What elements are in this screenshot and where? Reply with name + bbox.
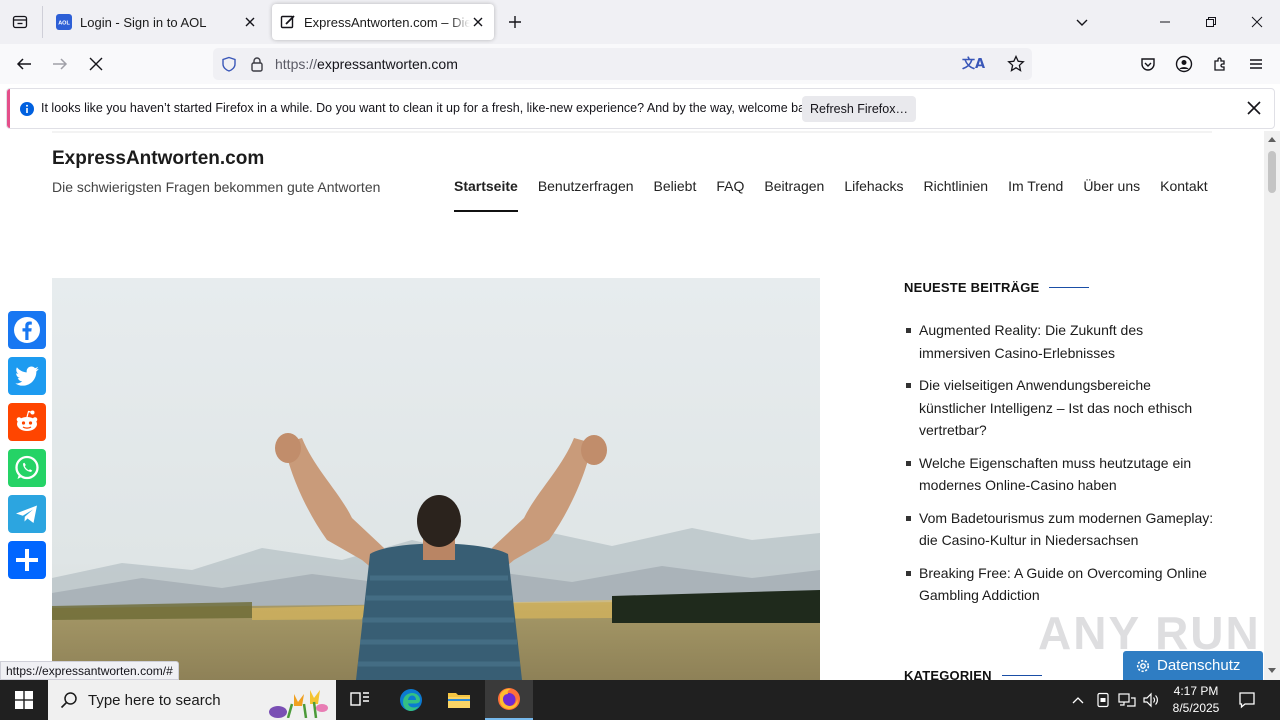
taskbar-search-box[interactable]: Type here to search: [48, 680, 336, 720]
link-status-bar: https://expressantworten.com/#: [0, 661, 179, 680]
page-scrollbar[interactable]: [1264, 131, 1280, 680]
volume-icon[interactable]: [1141, 690, 1161, 710]
nav-item-faq[interactable]: FAQ: [716, 178, 744, 212]
notification-center-icon[interactable]: [1237, 690, 1257, 710]
forward-arrow-icon[interactable]: [48, 52, 72, 76]
header-top-border: [52, 131, 1212, 133]
share-plus-icon[interactable]: [8, 541, 46, 579]
clock-time: 4:17 PM: [1173, 684, 1219, 698]
site-tagline: Die schwierigsten Fragen bekommen gute A…: [52, 179, 381, 195]
nav-item-benutzerfragen[interactable]: Benutzerfragen: [538, 178, 634, 212]
scrollbar-thumb[interactable]: [1268, 151, 1276, 193]
extensions-puzzle-icon[interactable]: [1208, 52, 1232, 76]
minimize-icon[interactable]: [1153, 10, 1177, 34]
hamburger-menu-icon[interactable]: [1244, 52, 1268, 76]
show-hidden-icons-chevron-icon[interactable]: [1068, 690, 1088, 710]
hero-image[interactable]: [52, 278, 820, 680]
notification-message: It looks like you haven’t started Firefo…: [41, 101, 822, 115]
recent-post-link[interactable]: Breaking Free: A Guide on Overcoming Onl…: [904, 562, 1214, 607]
nav-item-im-trend[interactable]: Im Trend: [1008, 178, 1063, 212]
tab-separator: [42, 6, 43, 38]
tab-expressantworten[interactable]: ExpressAntworten.com – Die schwierigsten: [272, 4, 494, 40]
main-navigation: Startseite Benutzerfragen Beliebt FAQ Be…: [454, 178, 1208, 212]
twitter-share-icon[interactable]: [8, 357, 46, 395]
nav-item-ueber-uns[interactable]: Über uns: [1083, 178, 1140, 212]
close-tab-icon[interactable]: [242, 14, 258, 30]
windows-start-icon[interactable]: [0, 680, 48, 720]
close-window-icon[interactable]: [1245, 10, 1269, 34]
nav-item-startseite[interactable]: Startseite: [454, 178, 518, 212]
site-title[interactable]: ExpressAntworten.com: [52, 148, 264, 170]
close-notification-icon[interactable]: [1247, 101, 1261, 120]
stop-loading-icon[interactable]: [84, 52, 108, 76]
nav-item-richtlinien[interactable]: Richtlinien: [923, 178, 988, 212]
info-icon: [19, 101, 35, 122]
whatsapp-share-icon[interactable]: [8, 449, 46, 487]
file-explorer-icon[interactable]: [435, 680, 483, 720]
facebook-share-icon[interactable]: [8, 311, 46, 349]
tab-bar: AOL Login - Sign in to AOL ExpressAntwor…: [0, 0, 1280, 44]
nav-item-beitragen[interactable]: Beitragen: [764, 178, 824, 212]
device-icon[interactable]: [1093, 690, 1113, 710]
task-view-icon[interactable]: [336, 680, 384, 720]
restore-icon[interactable]: [1199, 10, 1223, 34]
pocket-icon[interactable]: [1136, 52, 1160, 76]
url-text[interactable]: https://expressantworten.com: [275, 56, 458, 72]
tracking-protection-shield-icon[interactable]: [221, 56, 237, 77]
categories-heading: KATEGORIEN: [904, 668, 1042, 680]
gear-icon: [1136, 659, 1150, 672]
tab-aol-login[interactable]: AOL Login - Sign in to AOL: [48, 4, 266, 40]
reddit-share-icon[interactable]: [8, 403, 46, 441]
address-bar[interactable]: https://expressantworten.com 文A: [213, 48, 1032, 80]
refresh-firefox-button[interactable]: Refresh Firefox…: [802, 96, 916, 122]
bookmark-star-icon[interactable]: [1007, 54, 1025, 78]
recent-post-link[interactable]: Die vielseitigen Anwendungsbereiche küns…: [904, 374, 1214, 442]
notification-accent: [7, 89, 10, 128]
privacy-label: Datenschutz: [1157, 657, 1241, 674]
recent-post-link[interactable]: Augmented Reality: Die Zukunft des immer…: [904, 319, 1214, 364]
search-icon: [60, 691, 78, 709]
telegram-share-icon[interactable]: [8, 495, 46, 533]
back-arrow-icon[interactable]: [12, 52, 36, 76]
system-clock[interactable]: 4:17 PM 8/5/2025: [1168, 683, 1224, 717]
web-page: ExpressAntworten.com Die schwierigsten F…: [0, 131, 1264, 680]
recent-posts-list: Augmented Reality: Die Zukunft des immer…: [904, 319, 1214, 617]
scroll-up-arrow-icon[interactable]: [1268, 136, 1276, 142]
privacy-settings-button[interactable]: Datenschutz: [1123, 651, 1263, 680]
recent-post-link[interactable]: Vom Badetourismus zum modernen Gameplay:…: [904, 507, 1214, 552]
firefox-taskbar-icon[interactable]: [485, 680, 533, 720]
edit-favicon-icon: [280, 14, 296, 30]
list-all-tabs-chevron-icon[interactable]: [1070, 10, 1094, 34]
svg-text:AOL: AOL: [58, 21, 70, 27]
svg-text:文A: 文A: [962, 56, 985, 72]
navigation-toolbar: https://expressantworten.com 文A: [0, 44, 1280, 84]
close-tab-icon[interactable]: [470, 14, 486, 30]
lock-icon[interactable]: [249, 56, 265, 77]
search-highlight-flowers-icon: [258, 682, 334, 722]
nav-item-kontakt[interactable]: Kontakt: [1160, 178, 1207, 212]
aol-favicon-icon: AOL: [56, 14, 72, 30]
account-icon[interactable]: [1172, 52, 1196, 76]
tab-title: Login - Sign in to AOL: [80, 14, 207, 30]
clock-date: 8/5/2025: [1172, 701, 1220, 715]
translate-icon[interactable]: 文A: [961, 54, 993, 79]
search-placeholder: Type here to search: [88, 691, 221, 709]
tab-list-icon[interactable]: [8, 10, 32, 34]
network-icon[interactable]: [1117, 690, 1137, 710]
refresh-notification-bar: It looks like you haven’t started Firefo…: [6, 88, 1275, 129]
recent-posts-heading: NEUESTE BEITRÄGE: [904, 280, 1090, 295]
tab-title: ExpressAntworten.com – Die schwierigsten: [304, 14, 470, 30]
new-tab-plus-icon[interactable]: [503, 10, 527, 34]
nav-item-lifehacks[interactable]: Lifehacks: [844, 178, 903, 212]
windows-taskbar: Type here to search 4:17 PM 8/5/2025: [0, 680, 1280, 720]
nav-item-beliebt[interactable]: Beliebt: [654, 178, 697, 212]
edge-browser-icon[interactable]: [387, 680, 435, 720]
scroll-down-arrow-icon[interactable]: [1268, 668, 1276, 674]
recent-post-link[interactable]: Welche Eigenschaften muss heutzutage ein…: [904, 452, 1214, 497]
